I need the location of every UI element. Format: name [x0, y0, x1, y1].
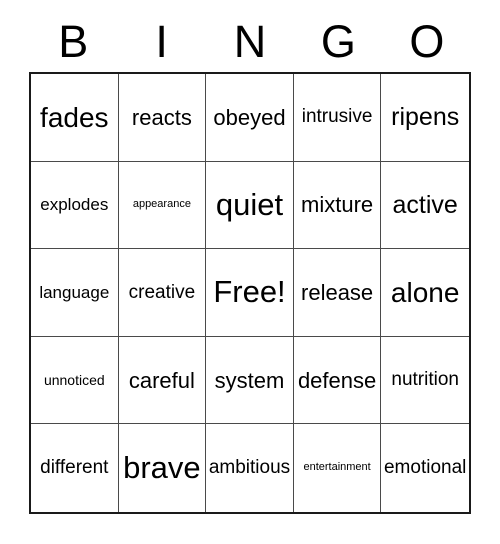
- bingo-cell-label: brave: [123, 449, 201, 485]
- bingo-header-letter-i: I: [155, 15, 168, 67]
- bingo-cell-label: entertainment: [303, 461, 371, 474]
- bingo-cell[interactable]: creative: [118, 249, 207, 337]
- bingo-cell-label: explodes: [40, 194, 109, 214]
- bingo-cell[interactable]: fades: [31, 74, 119, 162]
- bingo-cell-label: unnoticed: [43, 371, 105, 388]
- bingo-cell-label: creative: [128, 281, 196, 303]
- bingo-cell-label: ambitious: [208, 457, 291, 479]
- bingo-free-space-cell[interactable]: Free!: [206, 249, 294, 337]
- bingo-cell[interactable]: entertainment: [293, 424, 382, 512]
- bingo-cell[interactable]: different: [31, 424, 119, 512]
- bingo-cell[interactable]: reacts: [118, 74, 207, 162]
- bingo-header-letter-n: N: [233, 15, 267, 67]
- bingo-grid: fades reacts obeyed intrusive ripens explodes…: [29, 72, 471, 514]
- bingo-cell-label: release: [301, 279, 374, 305]
- bingo-cell-label: ripens: [391, 103, 460, 132]
- bingo-cell-label: defense: [297, 367, 377, 393]
- bingo-cell[interactable]: careful: [118, 336, 207, 425]
- bingo-cell-label: emotional: [383, 457, 467, 479]
- bingo-cell[interactable]: nutrition: [381, 336, 469, 425]
- bingo-cell[interactable]: ambitious: [206, 424, 294, 512]
- bingo-cell-label: careful: [128, 367, 195, 393]
- bingo-cell-label: active: [392, 190, 458, 219]
- bingo-cell-label: nutrition: [391, 369, 459, 391]
- bingo-cell[interactable]: brave: [118, 424, 207, 512]
- bingo-cell[interactable]: mixture: [293, 161, 382, 250]
- bingo-header-letter-b: B: [58, 15, 89, 67]
- bingo-cell[interactable]: obeyed: [206, 74, 294, 162]
- bingo-cell-label: fades: [40, 101, 109, 133]
- bingo-cell[interactable]: active: [381, 161, 469, 250]
- bingo-card: B I N G O fades reacts obeyed intrusive ripens ex…: [0, 0, 500, 544]
- bingo-cell[interactable]: alone: [381, 249, 469, 337]
- bingo-cell[interactable]: explodes: [31, 161, 119, 250]
- bingo-cell-label: intrusive: [301, 106, 373, 128]
- bingo-header-letter-g: G: [320, 15, 356, 67]
- bingo-cell-label: reacts: [131, 104, 192, 130]
- bingo-cell[interactable]: ripens: [381, 74, 469, 162]
- bingo-header-row: BINGO: [29, 12, 471, 70]
- bingo-cell[interactable]: defense: [293, 336, 382, 425]
- bingo-cell[interactable]: appearance: [118, 161, 207, 250]
- bingo-cell[interactable]: language: [31, 249, 119, 337]
- bingo-cell[interactable]: emotional: [381, 424, 469, 512]
- bingo-header-letter-o: O: [409, 15, 445, 67]
- bingo-cell[interactable]: system: [206, 336, 294, 425]
- bingo-cell-label: appearance: [132, 198, 191, 211]
- bingo-cell[interactable]: quiet: [206, 161, 294, 250]
- bingo-cell-label: different: [40, 457, 109, 479]
- bingo-cell-label: language: [39, 282, 110, 302]
- bingo-cell-label: system: [214, 367, 285, 393]
- bingo-cell[interactable]: release: [293, 249, 382, 337]
- bingo-cell-label: alone: [390, 276, 460, 308]
- bingo-cell-label: Free!: [213, 274, 286, 310]
- bingo-cell-label: mixture: [301, 192, 374, 218]
- bingo-cell[interactable]: unnoticed: [31, 336, 119, 425]
- bingo-cell[interactable]: intrusive: [293, 74, 382, 162]
- bingo-cell-label: obeyed: [213, 104, 286, 130]
- bingo-cell-label: quiet: [215, 186, 284, 222]
